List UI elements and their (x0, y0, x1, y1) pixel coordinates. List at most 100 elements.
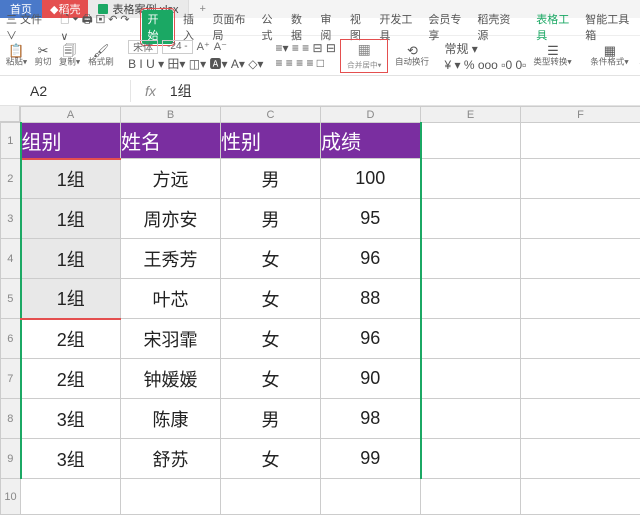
cell[interactable]: 女 (221, 319, 321, 359)
formula-value[interactable]: 1组 (164, 81, 192, 101)
cut-button[interactable]: ✂剪切 (33, 44, 53, 68)
font-name-select[interactable]: 宋体 (128, 40, 158, 54)
cond-format-button[interactable]: ▦条件格式▾ (587, 44, 632, 68)
cell[interactable]: 100 (321, 159, 421, 199)
spreadsheet[interactable]: A B C D E F 1 组别 姓名 性别 成绩 2 1组 方远 男 100 … (0, 106, 640, 515)
cell[interactable]: 男 (221, 199, 321, 239)
row-header[interactable]: 8 (1, 399, 21, 439)
menu-file[interactable]: 三 文件 ∨ (6, 11, 50, 43)
row-header[interactable]: 9 (1, 439, 21, 479)
cell[interactable]: 90 (321, 359, 421, 399)
cell[interactable]: 96 (321, 239, 421, 279)
cell[interactable] (221, 479, 321, 515)
menu-tabletool[interactable]: 表格工具 (536, 11, 575, 43)
cell[interactable]: 3组 (21, 439, 121, 479)
cell[interactable] (521, 123, 640, 159)
merge-center-button[interactable]: ▦合并居中▾ (340, 39, 389, 73)
number-format-select[interactable]: 常规 ▾ (444, 40, 477, 57)
cell[interactable]: 96 (321, 319, 421, 359)
cell[interactable] (421, 159, 521, 199)
menu-member[interactable]: 会员专享 (428, 11, 467, 43)
row-header[interactable]: 1 (1, 123, 21, 159)
cell[interactable]: 钟媛媛 (121, 359, 221, 399)
cell[interactable] (21, 479, 121, 515)
menu-layout[interactable]: 页面布局 (212, 11, 251, 43)
cell[interactable]: 性别 (221, 123, 321, 159)
fx-label[interactable]: fx (131, 83, 164, 99)
col-header-F[interactable]: F (521, 107, 640, 123)
cell[interactable]: 男 (221, 159, 321, 199)
font-style-icons[interactable]: B I U ▾ 田▾ ◫▾ 🅰▾ A▾ ◇▾ (128, 55, 263, 72)
cell[interactable] (421, 479, 521, 515)
cell[interactable]: 成绩 (321, 123, 421, 159)
cell[interactable] (121, 479, 221, 515)
menu-smarttool[interactable]: 智能工具箱 (585, 11, 634, 43)
font-shrink-icon[interactable]: A⁻ (214, 40, 227, 53)
cell[interactable] (321, 479, 421, 515)
col-header-A[interactable]: A (21, 107, 121, 123)
cell[interactable]: 周亦安 (121, 199, 221, 239)
cell[interactable]: 2组 (21, 359, 121, 399)
cell[interactable]: 2组 (21, 319, 121, 359)
cell[interactable]: 男 (221, 399, 321, 439)
cell[interactable]: 1组 (21, 199, 121, 239)
cell[interactable]: 宋羽霏 (121, 319, 221, 359)
cell[interactable] (421, 319, 521, 359)
format-painter-button[interactable]: 🖌格式刷 (86, 44, 116, 68)
number-icons[interactable]: ¥ ▾ % ooo ▫0 0▫ (444, 58, 526, 72)
row-header[interactable]: 2 (1, 159, 21, 199)
cell[interactable]: 女 (221, 239, 321, 279)
font-size-select[interactable]: -24 - (162, 40, 193, 54)
cell[interactable]: 舒苏 (121, 439, 221, 479)
menu-formula[interactable]: 公式 (261, 11, 280, 43)
copy-button[interactable]: 🗐复制▾ (57, 44, 82, 68)
cell[interactable] (521, 239, 640, 279)
cell[interactable] (521, 199, 640, 239)
cell[interactable] (521, 279, 640, 319)
menu-daoke[interactable]: 稻壳资源 (477, 11, 516, 43)
select-all-corner[interactable] (0, 106, 20, 122)
cell[interactable]: 98 (321, 399, 421, 439)
paste-button[interactable]: 📋粘贴▾ (4, 44, 29, 68)
row-header[interactable]: 4 (1, 239, 21, 279)
cell[interactable] (521, 439, 640, 479)
row-header[interactable]: 7 (1, 359, 21, 399)
cell[interactable]: 方远 (121, 159, 221, 199)
type-convert-button[interactable]: ☰类型转换▾ (530, 44, 575, 68)
cell[interactable]: 88 (321, 279, 421, 319)
align-icons[interactable]: ≡▾ ≡ ≡ ⊟ ⊟ (275, 41, 335, 55)
cell[interactable] (521, 399, 640, 439)
cell[interactable]: 组别 (21, 123, 121, 159)
cell[interactable]: 陈康 (121, 399, 221, 439)
cell[interactable]: 女 (221, 279, 321, 319)
cell[interactable] (521, 479, 640, 515)
font-grow-icon[interactable]: A⁺ (197, 40, 210, 53)
cell[interactable]: 姓名 (121, 123, 221, 159)
cell[interactable]: 1组 (21, 159, 121, 199)
wrap-button[interactable]: ⟲自动换行 (392, 44, 432, 68)
menu-insert[interactable]: 插入 (183, 11, 202, 43)
cell[interactable]: 99 (321, 439, 421, 479)
row-header[interactable]: 3 (1, 199, 21, 239)
cell[interactable] (421, 239, 521, 279)
col-header-C[interactable]: C (221, 107, 321, 123)
row-header[interactable]: 5 (1, 279, 21, 319)
cell[interactable]: 叶芯 (121, 279, 221, 319)
row-header[interactable]: 10 (1, 479, 21, 515)
cell[interactable]: 1组 (21, 239, 121, 279)
cell[interactable]: 1组 (21, 279, 121, 319)
cell[interactable] (421, 123, 521, 159)
cell[interactable]: 女 (221, 439, 321, 479)
row-header[interactable]: 6 (1, 319, 21, 359)
cell[interactable] (421, 279, 521, 319)
cell-style-button[interactable]: ▦单元格样▾ (636, 44, 640, 68)
menu-review[interactable]: 审阅 (320, 11, 339, 43)
cell[interactable]: 3组 (21, 399, 121, 439)
cell[interactable] (421, 199, 521, 239)
cell[interactable]: 女 (221, 359, 321, 399)
cell[interactable] (521, 319, 640, 359)
cell[interactable] (421, 399, 521, 439)
col-header-B[interactable]: B (121, 107, 221, 123)
col-header-D[interactable]: D (321, 107, 421, 123)
name-box[interactable]: A2 (0, 83, 130, 99)
